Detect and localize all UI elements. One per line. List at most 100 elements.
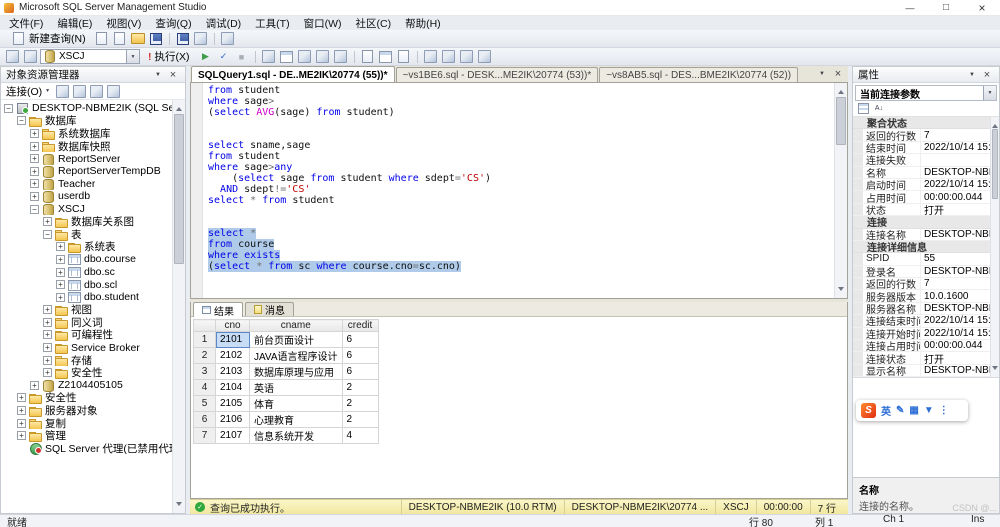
menu-item[interactable]: 帮助(H) — [398, 16, 448, 31]
expand-expander-icon[interactable]: + — [43, 305, 52, 314]
decrease-indent-icon[interactable] — [459, 49, 475, 65]
show-estimated-plan-icon[interactable] — [261, 49, 277, 65]
uncomment-icon[interactable] — [441, 49, 457, 65]
row-number[interactable]: 2 — [194, 348, 216, 364]
expand-expander-icon[interactable]: + — [30, 129, 39, 138]
property-section[interactable]: −连接 — [853, 216, 990, 228]
increase-indent-icon[interactable] — [477, 49, 493, 65]
include-actual-plan-icon[interactable] — [315, 49, 331, 65]
tree-item[interactable]: +Z2104405105 — [1, 379, 172, 392]
expand-expander-icon[interactable]: + — [30, 167, 39, 176]
refresh-icon[interactable] — [71, 83, 87, 99]
menu-item[interactable]: 调试(D) — [199, 16, 249, 31]
grid-column-header[interactable]: cname — [250, 320, 343, 332]
close-icon[interactable] — [980, 69, 994, 81]
grid-cell[interactable]: 2105 — [216, 396, 250, 412]
keyboard-icon[interactable]: ▦ — [909, 405, 918, 416]
scrollbar-thumb[interactable] — [836, 97, 846, 145]
save-icon[interactable] — [148, 31, 164, 47]
expand-expander-icon[interactable]: + — [30, 192, 39, 201]
grid-cell[interactable]: 2 — [342, 396, 378, 412]
close-document-icon[interactable] — [831, 68, 845, 80]
property-row[interactable]: 返回的行数7 — [853, 278, 990, 290]
menu-item[interactable]: 工具(T) — [248, 16, 296, 31]
object-explorer-scrollbar[interactable] — [172, 100, 185, 513]
parse-button[interactable]: ✓ — [216, 49, 232, 65]
expand-expander-icon[interactable]: + — [30, 154, 39, 163]
tree-item[interactable]: +数据库快照 — [1, 140, 172, 153]
filter-icon[interactable] — [88, 83, 104, 99]
execute-button[interactable]: 执行(X) — [142, 47, 196, 66]
collapse-expander-icon[interactable]: − — [43, 230, 52, 239]
property-row[interactable]: 连接结束时间2022/10/14 15:1... — [853, 315, 990, 327]
tree-item[interactable]: +管理 — [1, 429, 172, 442]
expand-expander-icon[interactable]: + — [17, 431, 26, 440]
tree-item[interactable]: +userdb — [1, 190, 172, 203]
row-number[interactable]: 3 — [194, 364, 216, 380]
property-row[interactable]: 名称DESKTOP-NBM... — [853, 167, 990, 179]
tree-item[interactable]: −数据库 — [1, 115, 172, 128]
grid-cell[interactable]: 2104 — [216, 380, 250, 396]
grid-cell[interactable]: 数据库原理与应用 — [250, 364, 343, 380]
ime-logo-icon[interactable]: S — [861, 403, 876, 418]
property-row[interactable]: 服务器名称DESKTOP-NBM... — [853, 303, 990, 315]
active-files-chevron-icon[interactable] — [815, 68, 829, 80]
tree-item[interactable]: +dbo.scl — [1, 278, 172, 291]
cancel-query-button[interactable]: ■ — [234, 49, 250, 65]
close-icon[interactable] — [166, 69, 180, 81]
menu-item[interactable]: 视图(V) — [99, 16, 148, 31]
print-icon[interactable] — [193, 31, 209, 47]
results-to-text-icon[interactable] — [360, 49, 376, 65]
grid-cell[interactable]: 2101 — [216, 332, 250, 348]
tree-item[interactable]: +安全性 — [1, 366, 172, 379]
property-section[interactable]: −聚合状态 — [853, 117, 990, 129]
expand-expander-icon[interactable]: + — [43, 217, 52, 226]
stop-icon[interactable] — [105, 83, 121, 99]
scrollbar-thumb[interactable] — [174, 114, 184, 264]
grid-cell[interactable]: 心理教育 — [250, 412, 343, 428]
results-grid[interactable]: cnocnamecredit12101前台页面设计622102JAVA语言程序设… — [193, 319, 379, 444]
new-query-button[interactable]: 新建查询(N) — [4, 29, 92, 49]
property-row[interactable]: 启动时间2022/10/14 15:1... — [853, 179, 990, 191]
row-number[interactable]: 7 — [194, 428, 216, 444]
grid-column-header[interactable]: cno — [216, 320, 250, 332]
property-row[interactable]: SPID55 — [853, 253, 990, 265]
tree-item[interactable]: +dbo.course — [1, 253, 172, 266]
property-row[interactable]: 连接占用时间00:00:00.044 — [853, 340, 990, 352]
collapse-expander-icon[interactable]: − — [854, 118, 863, 127]
handwriting-pen-icon[interactable]: ✎ — [896, 405, 904, 416]
grid-cell[interactable]: 6 — [342, 348, 378, 364]
expand-expander-icon[interactable]: + — [30, 179, 39, 188]
expand-expander-icon[interactable]: + — [43, 330, 52, 339]
tree-item[interactable]: +复制 — [1, 417, 172, 430]
expand-expander-icon[interactable]: + — [43, 318, 52, 327]
object-explorer-details-icon[interactable] — [54, 83, 70, 99]
menu-item[interactable]: 查询(Q) — [148, 16, 198, 31]
tree-item[interactable]: +dbo.student — [1, 291, 172, 304]
tree-item[interactable]: +dbo.sc — [1, 266, 172, 279]
query-designer-icon[interactable] — [279, 49, 295, 65]
expand-expander-icon[interactable]: + — [43, 368, 52, 377]
property-section[interactable]: −连接详细信息 — [853, 241, 990, 253]
chevron-down-icon[interactable] — [983, 86, 996, 100]
tree-item[interactable]: +视图 — [1, 304, 172, 317]
database-combo[interactable]: XSCJ — [40, 49, 140, 64]
sql-editor[interactable]: from studentwhere sage>(select AVG(sage)… — [190, 83, 848, 299]
document-tab[interactable]: ~vs1BE6.sql - DESK...ME2IK\20774 (53))* — [396, 67, 599, 82]
change-connection-icon[interactable] — [22, 49, 38, 65]
tree-item[interactable]: −DESKTOP-NBME2IK (SQL Server 10.0.160 — [1, 102, 172, 115]
comment-out-icon[interactable] — [423, 49, 439, 65]
chevron-down-icon[interactable] — [965, 69, 979, 81]
tree-item[interactable]: +安全性 — [1, 392, 172, 405]
grid-cell[interactable]: 2106 — [216, 412, 250, 428]
tree-item[interactable]: +系统数据库 — [1, 127, 172, 140]
results-to-grid-icon[interactable] — [378, 49, 394, 65]
property-row[interactable]: 连接状态打开 — [853, 352, 990, 364]
ime-toolbar[interactable]: S 英 ✎▦▼⋮ — [856, 400, 968, 421]
debug-button[interactable]: ▶ — [198, 49, 214, 65]
close-icon[interactable] — [964, 0, 1000, 15]
tree-item[interactable]: −表 — [1, 228, 172, 241]
grid-cell[interactable]: 英语 — [250, 380, 343, 396]
expand-expander-icon[interactable]: + — [56, 255, 65, 264]
tree-item[interactable]: −XSCJ — [1, 203, 172, 216]
